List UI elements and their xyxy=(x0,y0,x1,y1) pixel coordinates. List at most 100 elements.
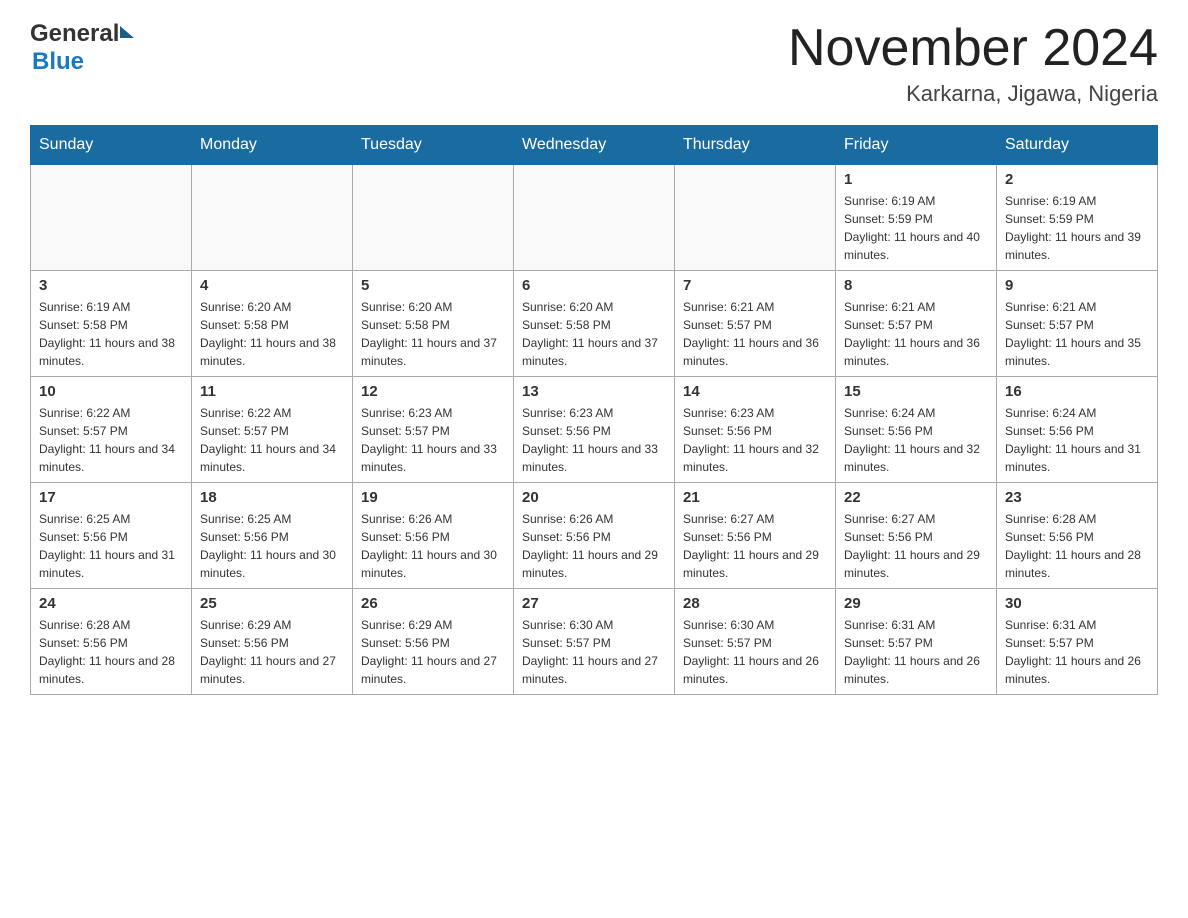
day-info: Sunrise: 6:28 AM Sunset: 5:56 PM Dayligh… xyxy=(39,616,183,688)
day-cell: 1 Sunrise: 6:19 AM Sunset: 5:59 PM Daylig… xyxy=(836,165,997,271)
day-info: Sunrise: 6:26 AM Sunset: 5:56 PM Dayligh… xyxy=(522,510,666,582)
day-info: Sunrise: 6:24 AM Sunset: 5:56 PM Dayligh… xyxy=(1005,404,1149,476)
day-cell xyxy=(31,165,192,271)
day-cell xyxy=(353,165,514,271)
day-number: 14 xyxy=(683,383,827,400)
day-cell: 17Sunrise: 6:25 AM Sunset: 5:56 PM Dayli… xyxy=(31,483,192,589)
day-info: Sunrise: 6:20 AM Sunset: 5:58 PM Dayligh… xyxy=(361,298,505,370)
day-info: Sunrise: 6:24 AM Sunset: 5:56 PM Dayligh… xyxy=(844,404,988,476)
day-info: Sunrise: 6:21 AM Sunset: 5:57 PM Dayligh… xyxy=(683,298,827,370)
day-info: Sunrise: 6:25 AM Sunset: 5:56 PM Dayligh… xyxy=(39,510,183,582)
location-subtitle: Karkarna, Jigawa, Nigeria xyxy=(788,81,1158,107)
day-number: 26 xyxy=(361,595,505,612)
day-cell: 14 Sunrise: 6:23 AM Sunset: 5:56 PM Dayli… xyxy=(675,377,836,483)
day-number: 7 xyxy=(683,277,827,294)
week-row-3: 10 Sunrise: 6:22 AM Sunset: 5:57 PM Dayli… xyxy=(31,377,1158,483)
day-cell xyxy=(192,165,353,271)
day-cell: 9 Sunrise: 6:21 AM Sunset: 5:57 PM Daylig… xyxy=(997,271,1158,377)
day-cell: 21Sunrise: 6:27 AM Sunset: 5:56 PM Dayli… xyxy=(675,483,836,589)
day-number: 11 xyxy=(200,383,344,400)
day-number: 30 xyxy=(1005,595,1149,612)
day-info: Sunrise: 6:19 AM Sunset: 5:58 PM Dayligh… xyxy=(39,298,183,370)
day-number: 16 xyxy=(1005,383,1149,400)
header-cell-thursday: Thursday xyxy=(675,126,836,165)
day-cell: 7 Sunrise: 6:21 AM Sunset: 5:57 PM Daylig… xyxy=(675,271,836,377)
header-cell-friday: Friday xyxy=(836,126,997,165)
day-cell: 25Sunrise: 6:29 AM Sunset: 5:56 PM Dayli… xyxy=(192,589,353,695)
day-cell: 27 Sunrise: 6:30 AM Sunset: 5:57 PM Dayli… xyxy=(514,589,675,695)
day-info: Sunrise: 6:19 AM Sunset: 5:59 PM Dayligh… xyxy=(1005,192,1149,264)
day-info: Sunrise: 6:26 AM Sunset: 5:56 PM Dayligh… xyxy=(361,510,505,582)
day-cell: 10 Sunrise: 6:22 AM Sunset: 5:57 PM Dayli… xyxy=(31,377,192,483)
day-cell: 22 Sunrise: 6:27 AM Sunset: 5:56 PM Dayli… xyxy=(836,483,997,589)
day-number: 21 xyxy=(683,489,827,506)
header-cell-saturday: Saturday xyxy=(997,126,1158,165)
main-title: November 2024 xyxy=(788,20,1158,77)
day-cell: 29Sunrise: 6:31 AM Sunset: 5:57 PM Dayli… xyxy=(836,589,997,695)
day-info: Sunrise: 6:25 AM Sunset: 5:56 PM Dayligh… xyxy=(200,510,344,582)
day-number: 1 xyxy=(844,171,988,188)
day-number: 8 xyxy=(844,277,988,294)
day-info: Sunrise: 6:30 AM Sunset: 5:57 PM Dayligh… xyxy=(522,616,666,688)
logo: General Blue xyxy=(30,20,134,76)
day-info: Sunrise: 6:21 AM Sunset: 5:57 PM Dayligh… xyxy=(844,298,988,370)
logo-general-text: General xyxy=(30,20,119,48)
day-info: Sunrise: 6:19 AM Sunset: 5:59 PM Dayligh… xyxy=(844,192,988,264)
day-info: Sunrise: 6:28 AM Sunset: 5:56 PM Dayligh… xyxy=(1005,510,1149,582)
day-cell: 6 Sunrise: 6:20 AM Sunset: 5:58 PM Daylig… xyxy=(514,271,675,377)
day-info: Sunrise: 6:23 AM Sunset: 5:56 PM Dayligh… xyxy=(683,404,827,476)
day-number: 23 xyxy=(1005,489,1149,506)
day-number: 4 xyxy=(200,277,344,294)
day-number: 19 xyxy=(361,489,505,506)
day-cell: 26Sunrise: 6:29 AM Sunset: 5:56 PM Dayli… xyxy=(353,589,514,695)
day-number: 15 xyxy=(844,383,988,400)
week-row-2: 3Sunrise: 6:19 AM Sunset: 5:58 PM Daylig… xyxy=(31,271,1158,377)
day-cell: 5 Sunrise: 6:20 AM Sunset: 5:58 PM Daylig… xyxy=(353,271,514,377)
header-cell-monday: Monday xyxy=(192,126,353,165)
day-cell: 30Sunrise: 6:31 AM Sunset: 5:57 PM Dayli… xyxy=(997,589,1158,695)
day-number: 2 xyxy=(1005,171,1149,188)
day-number: 6 xyxy=(522,277,666,294)
day-cell: 28 Sunrise: 6:30 AM Sunset: 5:57 PM Dayli… xyxy=(675,589,836,695)
day-number: 22 xyxy=(844,489,988,506)
header-cell-sunday: Sunday xyxy=(31,126,192,165)
title-section: November 2024 Karkarna, Jigawa, Nigeria xyxy=(788,20,1158,107)
day-cell: 13 Sunrise: 6:23 AM Sunset: 5:56 PM Dayli… xyxy=(514,377,675,483)
day-number: 28 xyxy=(683,595,827,612)
day-number: 18 xyxy=(200,489,344,506)
day-info: Sunrise: 6:22 AM Sunset: 5:57 PM Dayligh… xyxy=(200,404,344,476)
day-cell: 2 Sunrise: 6:19 AM Sunset: 5:59 PM Daylig… xyxy=(997,165,1158,271)
header-cell-wednesday: Wednesday xyxy=(514,126,675,165)
day-info: Sunrise: 6:22 AM Sunset: 5:57 PM Dayligh… xyxy=(39,404,183,476)
day-cell: 18 Sunrise: 6:25 AM Sunset: 5:56 PM Dayli… xyxy=(192,483,353,589)
day-cell: 15 Sunrise: 6:24 AM Sunset: 5:56 PM Dayli… xyxy=(836,377,997,483)
day-cell: 12Sunrise: 6:23 AM Sunset: 5:57 PM Dayli… xyxy=(353,377,514,483)
day-info: Sunrise: 6:21 AM Sunset: 5:57 PM Dayligh… xyxy=(1005,298,1149,370)
calendar-header: SundayMondayTuesdayWednesdayThursdayFrid… xyxy=(31,126,1158,165)
day-number: 5 xyxy=(361,277,505,294)
day-info: Sunrise: 6:23 AM Sunset: 5:57 PM Dayligh… xyxy=(361,404,505,476)
day-number: 27 xyxy=(522,595,666,612)
day-cell: 20Sunrise: 6:26 AM Sunset: 5:56 PM Dayli… xyxy=(514,483,675,589)
day-info: Sunrise: 6:20 AM Sunset: 5:58 PM Dayligh… xyxy=(522,298,666,370)
day-number: 13 xyxy=(522,383,666,400)
calendar-table: SundayMondayTuesdayWednesdayThursdayFrid… xyxy=(30,125,1158,695)
day-number: 25 xyxy=(200,595,344,612)
week-row-1: 1 Sunrise: 6:19 AM Sunset: 5:59 PM Daylig… xyxy=(31,165,1158,271)
day-number: 10 xyxy=(39,383,183,400)
day-header-row: SundayMondayTuesdayWednesdayThursdayFrid… xyxy=(31,126,1158,165)
day-number: 9 xyxy=(1005,277,1149,294)
day-info: Sunrise: 6:30 AM Sunset: 5:57 PM Dayligh… xyxy=(683,616,827,688)
day-info: Sunrise: 6:20 AM Sunset: 5:58 PM Dayligh… xyxy=(200,298,344,370)
day-cell: 24Sunrise: 6:28 AM Sunset: 5:56 PM Dayli… xyxy=(31,589,192,695)
header-cell-tuesday: Tuesday xyxy=(353,126,514,165)
logo-arrow-icon xyxy=(120,26,134,38)
day-cell xyxy=(514,165,675,271)
week-row-5: 24Sunrise: 6:28 AM Sunset: 5:56 PM Dayli… xyxy=(31,589,1158,695)
day-cell: 23 Sunrise: 6:28 AM Sunset: 5:56 PM Dayli… xyxy=(997,483,1158,589)
day-cell: 3Sunrise: 6:19 AM Sunset: 5:58 PM Daylig… xyxy=(31,271,192,377)
day-info: Sunrise: 6:23 AM Sunset: 5:56 PM Dayligh… xyxy=(522,404,666,476)
day-cell: 16 Sunrise: 6:24 AM Sunset: 5:56 PM Dayli… xyxy=(997,377,1158,483)
week-row-4: 17Sunrise: 6:25 AM Sunset: 5:56 PM Dayli… xyxy=(31,483,1158,589)
day-info: Sunrise: 6:27 AM Sunset: 5:56 PM Dayligh… xyxy=(844,510,988,582)
